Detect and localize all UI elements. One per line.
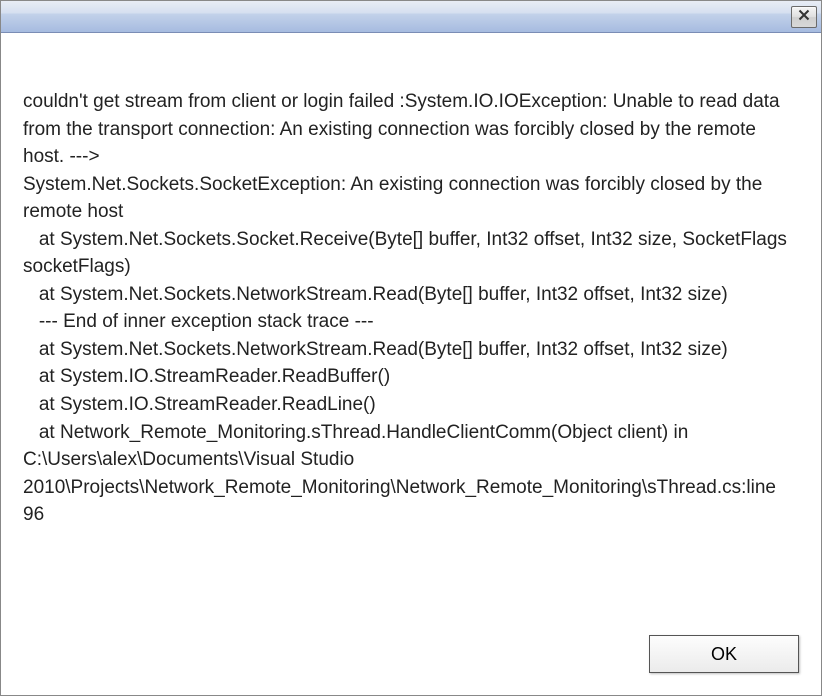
dialog-content: couldn't get stream from client or login… — [1, 33, 821, 623]
dialog-window: couldn't get stream from client or login… — [0, 0, 822, 696]
button-area: OK — [1, 623, 821, 695]
error-message: couldn't get stream from client or login… — [23, 88, 799, 529]
title-bar — [1, 1, 821, 33]
ok-button[interactable]: OK — [649, 635, 799, 673]
close-icon — [798, 8, 810, 26]
close-button[interactable] — [791, 6, 817, 28]
